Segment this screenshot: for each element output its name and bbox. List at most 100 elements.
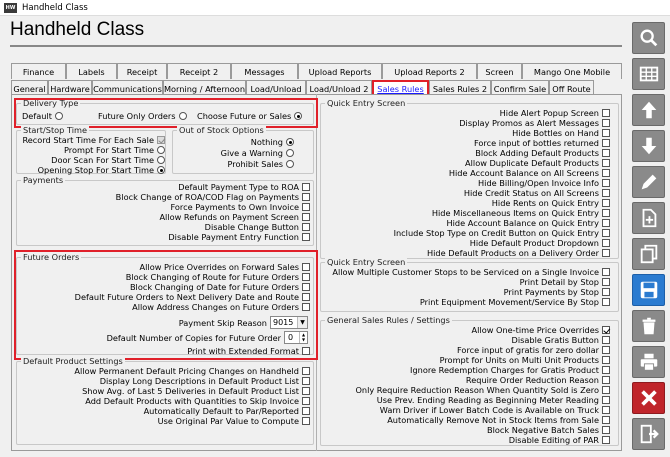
tab-messages[interactable]: Messages [231,63,298,79]
multi-stop-row[interactable]: Allow Multiple Customer Stops to be Serv… [332,267,610,277]
search-button[interactable] [632,22,665,54]
qe-item-4-checkbox[interactable] [602,149,610,157]
oos-warning-row[interactable]: Give a Warning [221,148,294,158]
allow-refunds-row[interactable]: Allow Refunds on Payment Screen [159,212,310,222]
tab-upload-reports[interactable]: Upload Reports [298,63,382,79]
block-roa-cod-checkbox[interactable] [302,193,310,201]
print-detail-stop-row[interactable]: Print Detail by Stop [520,277,610,287]
gs-item-0[interactable]: Allow One-time Price Overrides [472,325,610,335]
qe-item-13-checkbox[interactable] [602,239,610,247]
qe-item-8[interactable]: Hide Credit Status on All Screens [464,188,610,198]
qe-item-4[interactable]: Block Adding Default Products [475,148,610,158]
qe-item-12[interactable]: Include Stop Type on Credit Button on Qu… [394,228,610,238]
gs-item-10[interactable]: Block Negative Batch Sales [487,425,610,435]
exit-button[interactable] [632,418,665,450]
qe-item-14-checkbox[interactable] [602,249,610,257]
qe-item-3[interactable]: Force input of bottles returned [474,138,610,148]
qe-item-1-checkbox[interactable] [602,119,610,127]
gs-item-7[interactable]: Use Prev. Ending Reading as Beginning Me… [377,395,610,405]
allow-refunds-checkbox[interactable] [302,213,310,221]
disable-change-row[interactable]: Disable Change Button [205,222,310,232]
gs-item-9[interactable]: Automatically Remove Not in Stock Items … [387,415,610,425]
qe-item-8-checkbox[interactable] [602,189,610,197]
copy-button[interactable] [632,238,665,270]
print-equipment-stop-checkbox[interactable] [602,298,610,306]
record-start-time-checkbox[interactable] [157,136,165,144]
qe-item-11-checkbox[interactable] [602,219,610,227]
auto-par-checkbox[interactable] [302,407,310,415]
qe-item-9[interactable]: Hide Rents on Quick Entry [492,198,610,208]
disable-payment-entry-checkbox[interactable] [302,233,310,241]
gs-item-1[interactable]: Disable Gratis Button [512,335,610,345]
qe-item-1[interactable]: Display Promos as Alert Messages [459,118,610,128]
qe-item-12-checkbox[interactable] [602,229,610,237]
long-descriptions-checkbox[interactable] [302,377,310,385]
block-roa-cod-row[interactable]: Block Change of ROA/COD Flag on Payments [116,192,310,202]
disable-change-checkbox[interactable] [302,223,310,231]
qe-item-6-checkbox[interactable] [602,169,610,177]
opening-stop-radio[interactable] [157,166,165,174]
gs-item-7-checkbox[interactable] [602,396,610,404]
qe-item-0-checkbox[interactable] [602,109,610,117]
prompt-start-time-radio[interactable] [157,146,165,154]
gs-item-10-checkbox[interactable] [602,426,610,434]
door-scan-radio[interactable] [157,156,165,164]
gs-item-4[interactable]: Ignore Redemption Charges for Gratis Pro… [410,365,610,375]
avg-last-5-row[interactable]: Show Avg. of Last 5 Deliveries in Defaul… [82,386,310,396]
qe-item-7[interactable]: Hide Billing/Open Invoice Info [478,178,610,188]
tab-mango-one-mobile[interactable]: Mango One Mobile [522,63,622,79]
qe-item-7-checkbox[interactable] [602,179,610,187]
force-own-invoice-row[interactable]: Force Payments to Own Invoice [171,202,310,212]
gs-item-3-checkbox[interactable] [602,356,610,364]
qe-item-0[interactable]: Hide Alert Popup Screen [500,108,610,118]
qe-item-11[interactable]: Hide Account Balance on Quick Entry [446,218,610,228]
qe-item-2-checkbox[interactable] [602,129,610,137]
gs-item-6-checkbox[interactable] [602,386,610,394]
print-detail-stop-checkbox[interactable] [602,278,610,286]
qe-item-6[interactable]: Hide Account Balance on All Screens [449,168,610,178]
gs-item-5-checkbox[interactable] [602,376,610,384]
oos-warning-radio[interactable] [286,149,294,157]
original-par-checkbox[interactable] [302,417,310,425]
gs-item-3[interactable]: Prompt for Units on Multi Unit Products [440,355,610,365]
grid-button[interactable] [632,58,665,90]
qe-item-13[interactable]: Hide Default Product Dropdown [470,238,610,248]
payment-roa-checkbox[interactable] [302,183,310,191]
qe-item-3-checkbox[interactable] [602,139,610,147]
qe-item-5-checkbox[interactable] [602,159,610,167]
tab-upload-reports-2[interactable]: Upload Reports 2 [382,63,477,79]
tab-finance[interactable]: Finance [11,63,66,79]
oos-nothing-radio[interactable] [286,138,294,146]
qe-item-2[interactable]: Hide Bottles on Hand [512,128,610,138]
disable-payment-entry-row[interactable]: Disable Payment Entry Function [168,232,310,242]
qe-item-10[interactable]: Hide Miscellaneous Items on Quick Entry [432,208,610,218]
oos-prohibit-row[interactable]: Prohibit Sales [227,159,294,169]
gs-item-11-checkbox[interactable] [602,436,610,444]
door-scan-row[interactable]: Door Scan For Start Time [51,155,165,165]
tab-labels[interactable]: Labels [66,63,117,79]
save-button[interactable] [632,274,665,306]
edit-button[interactable] [632,166,665,198]
long-descriptions-row[interactable]: Display Long Descriptions in Default Pro… [100,376,310,386]
qe-item-5[interactable]: Allow Duplicate Default Products [465,158,610,168]
gs-item-9-checkbox[interactable] [602,416,610,424]
tab-receipt-2[interactable]: Receipt 2 [167,63,231,79]
gs-item-11[interactable]: Disable Editing of PAR [509,435,610,445]
oos-nothing-row[interactable]: Nothing [251,137,294,147]
gs-item-4-checkbox[interactable] [602,366,610,374]
payment-roa-row[interactable]: Default Payment Type to ROA [178,182,310,192]
gs-item-1-checkbox[interactable] [602,336,610,344]
opening-stop-row[interactable]: Opening Stop For Start Time [38,165,165,175]
print-equipment-stop-row[interactable]: Print Equipment Movement/Service By Stop [420,297,610,307]
prompt-start-time-row[interactable]: Prompt For Start Time [64,145,165,155]
move-down-button[interactable] [632,130,665,162]
gs-item-8-checkbox[interactable] [602,406,610,414]
new-button[interactable] [632,202,665,234]
tab-screen[interactable]: Screen [477,63,522,79]
perm-default-pricing-checkbox[interactable] [302,367,310,375]
qe-item-14[interactable]: Hide Default Products on a Delivery Orde… [427,248,610,258]
move-up-button[interactable] [632,94,665,126]
qe-item-10-checkbox[interactable] [602,209,610,217]
gs-item-0-checkbox[interactable] [602,326,610,334]
gs-item-5[interactable]: Require Order Reduction Reason [466,375,610,385]
